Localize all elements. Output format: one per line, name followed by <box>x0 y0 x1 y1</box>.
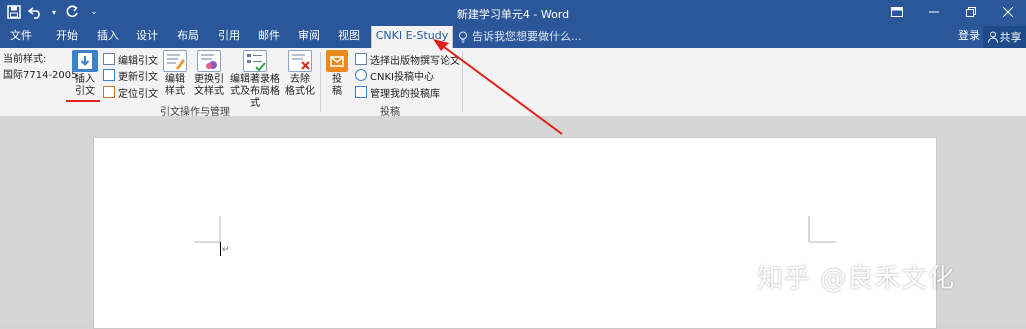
watermark-text: 知乎 @良禾文化 <box>757 264 956 294</box>
